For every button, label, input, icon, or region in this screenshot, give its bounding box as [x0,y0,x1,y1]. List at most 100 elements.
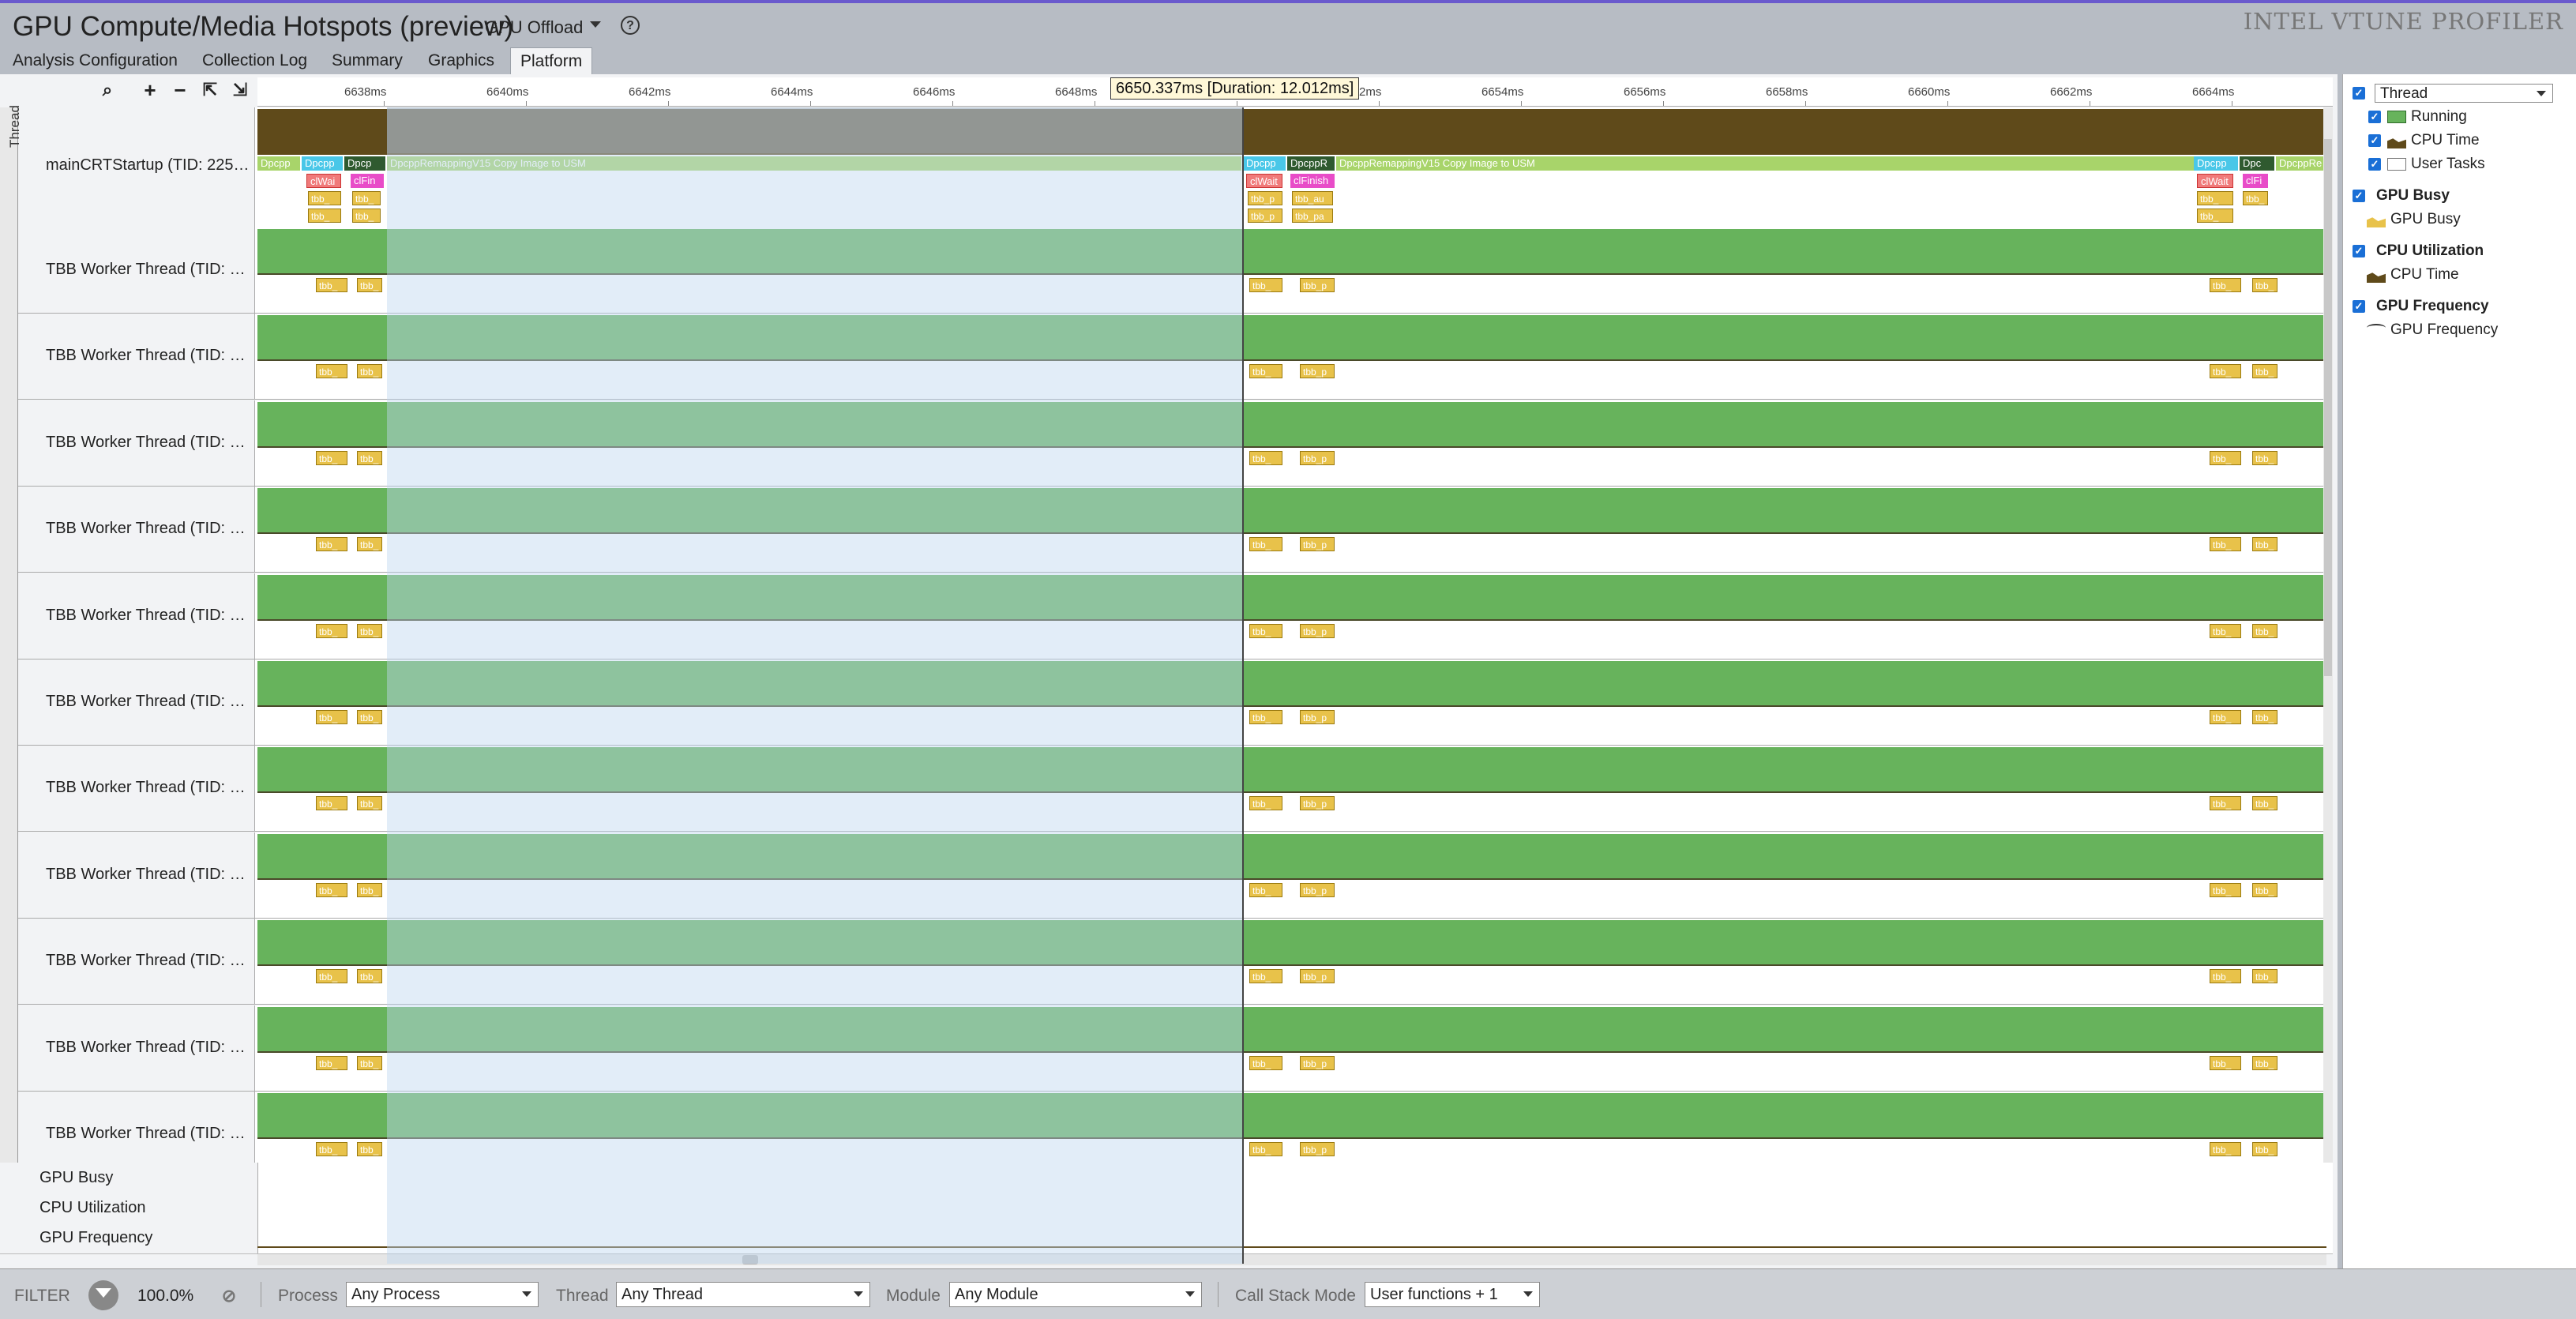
gpu-task-chip[interactable]: tbb_p [1300,1055,1335,1070]
gpu-task-chip[interactable]: tbb_ [2210,278,2241,292]
tab-platform[interactable]: Platform [510,47,593,75]
gpu-task-chip[interactable]: tbb_ [316,796,347,811]
running-checkbox[interactable]: ✓ [2368,111,2381,123]
thread-track[interactable]: tbb_ tbb_ tbb_ tbb_p tbb_ tbb_ [257,919,2326,1005]
gpu-task-chip[interactable]: tbb_ [2252,796,2277,811]
gpu-task-chip[interactable]: tbb_ [2252,450,2277,465]
thread-row[interactable]: TBB Worker Thread (TID: 21... tbb_ tbb_ tbb… [0,832,2333,919]
gpu-task-chip[interactable]: tbb_ [2252,1055,2277,1070]
gpu-task-chip[interactable]: tbb_ [1249,710,1282,724]
thread-label[interactable]: TBB Worker Thread (TID: 12... [17,227,255,313]
tab-graphics[interactable]: Graphics [419,47,504,74]
gpu-task-chip[interactable]: tbb_ [2210,1055,2241,1070]
gpu-task-chip[interactable]: tbb_ [2252,537,2277,552]
thread-track[interactable]: tbb_ tbb_ tbb_ tbb_p tbb_ tbb_ [257,487,2326,573]
thread-track[interactable]: tbb_ tbb_ tbb_ tbb_p tbb_ tbb_ [257,746,2326,832]
gpu-task-chip[interactable]: tbb_ [316,623,347,638]
module-select[interactable]: Any Module [949,1282,1202,1307]
filter-icon[interactable] [88,1280,118,1310]
gpu-task-chip[interactable]: tbb_ [357,1142,382,1156]
gpu-task-chip[interactable]: tbb_p [1248,191,1282,205]
user-task[interactable]: DpcppRemappingV15 Copy Image to USM [387,156,1241,171]
gpu-task-chip[interactable]: tbb_p [1300,450,1335,465]
user-task[interactable]: Dpcp [344,156,385,171]
thread-label[interactable]: TBB Worker Thread (TID: 22... [17,919,255,1005]
thread-track[interactable]: tbb_ tbb_ tbb_ tbb_p tbb_ tbb_ [257,314,2326,400]
user-task[interactable]: clFin [351,174,384,188]
gpu-task-chip[interactable]: tbb_ [357,278,382,292]
thread-label[interactable]: TBB Worker Thread (TID: 24... [17,400,255,486]
cpu-time-checkbox[interactable]: ✓ [2368,134,2381,147]
gpu-task-chip[interactable]: tbb_ [2252,623,2277,638]
gpu-task-chip[interactable]: tbb_ [1249,1055,1282,1070]
user-tasks-checkbox[interactable]: ✓ [2368,158,2381,171]
thread-select[interactable]: Any Thread [616,1282,870,1307]
user-task[interactable]: clWait [2197,174,2233,188]
gpu-task-chip[interactable]: tbb_ [1249,623,1282,638]
thread-row[interactable]: TBB Worker Thread (TID: 15... tbb_ tbb_ tbb… [0,314,2333,400]
thread-row-main[interactable]: mainCRTStartup (TID: 22596) Dpcpp Dpcpp … [0,107,2333,228]
user-task[interactable]: DpcppR [1287,156,1335,171]
user-task[interactable]: Dpcpp [1243,156,1286,171]
scroll-thumb[interactable] [742,1255,758,1265]
gpu-task-chip[interactable]: tbb_ [2210,796,2241,811]
user-task[interactable]: clWai [306,174,341,188]
thread-row[interactable]: TBB Worker Thread (TID: 22... tbb_ tbb_ tbb… [0,919,2333,1005]
gpu-task-chip[interactable]: tbb_ [1249,1142,1282,1156]
gpu-task-chip[interactable]: tbb_ [2252,969,2277,984]
gpu-task-chip[interactable]: tbb_p [1300,278,1335,292]
gpu-task-chip[interactable]: tbb_ [2252,364,2277,379]
gpu-task-chip[interactable]: tbb_ [2210,364,2241,379]
thread-row[interactable]: TBB Worker Thread (TID: 25... tbb_ tbb_ tbb… [0,660,2333,746]
gpu-task-chip[interactable]: tbb_ [2210,450,2241,465]
chevron-down-icon[interactable] [590,21,601,28]
thread-row[interactable]: TBB Worker Thread (TID: 91... tbb_ tbb_ tbb… [0,1005,2333,1092]
user-task[interactable]: Dpcpp [2194,156,2238,171]
gpu-task-chip[interactable]: tbb_ [357,623,382,638]
viewpoint-selector[interactable]: GPU Offload [485,17,583,38]
gpu-task-chip[interactable]: tbb_p [1300,969,1335,984]
gpu-task-chip[interactable]: tbb_ [352,209,381,223]
gpu-task-chip[interactable]: tbb_ [316,1055,347,1070]
gpu-task-chip[interactable]: tbb_p [1300,364,1335,379]
thread-label[interactable]: TBB Worker Thread (TID: 91... [17,1005,255,1091]
gpu-task-chip[interactable]: tbb_p [1300,882,1335,897]
gpu-task-chip[interactable]: tbb_ [316,1142,347,1156]
gpu-task-chip[interactable]: tbb_p [1248,209,1282,223]
gpu-task-chip[interactable]: tbb_ [316,364,347,379]
thread-label[interactable]: mainCRTStartup (TID: 22596) [17,107,255,227]
gpu-task-chip[interactable]: tbb_ [352,191,381,205]
scroll-thumb[interactable] [2324,139,2332,676]
tab-summary[interactable]: Summary [322,47,412,74]
gpu-task-chip[interactable]: tbb_ [1249,278,1282,292]
horizontal-scrollbar[interactable] [257,1254,2326,1265]
metric-row-gpu-frequency[interactable]: GPU Frequency [0,1223,2333,1254]
gpu-task-chip[interactable]: tbb_ [2252,278,2277,292]
gpu-task-chip[interactable]: tbb_ [357,969,382,984]
gpu-task-chip[interactable]: tbb_ [1249,364,1282,379]
legend-checkbox[interactable]: ✓ [2353,87,2365,100]
metric-row-cpu-utilization[interactable]: CPU Utilization [0,1193,2333,1223]
gpu-task-chip[interactable]: tbb_p [1300,1142,1335,1156]
gpu-task-chip[interactable]: tbb_ [2197,191,2233,205]
gpu-task-chip[interactable]: tbb_ [316,969,347,984]
thread-label[interactable]: TBB Worker Thread (TID: 14... [17,573,255,659]
gpu-task-chip[interactable]: tbb_ [308,209,341,223]
thread-row[interactable]: TBB Worker Thread (TID: 19... tbb_ tbb_ tbb… [0,746,2333,832]
gpu-task-chip[interactable]: tbb_ [316,882,347,897]
gpu-frequency-checkbox[interactable]: ✓ [2353,300,2365,313]
zoom-reset-icon[interactable]: ⇲ [229,79,251,101]
gpu-task-chip[interactable]: tbb_ [316,710,347,724]
gpu-task-chip[interactable]: tbb_ [2252,710,2277,724]
thread-label[interactable]: TBB Worker Thread (TID: 25... [17,660,255,745]
thread-track[interactable]: tbb_ tbb_ tbb_ tbb_p tbb_ tbb_ [257,400,2326,486]
thread-track[interactable]: tbb_ tbb_ tbb_ tbb_p tbb_ tbb_ [257,573,2326,659]
user-task[interactable]: Dpc [2240,156,2274,171]
vertical-scrollbar[interactable] [2323,107,2333,1163]
gpu-task-chip[interactable]: tbb_ [2210,969,2241,984]
thread-row[interactable]: TBB Worker Thread (TID: 12... tbb_ tbb_ tbb… [0,227,2333,314]
gpu-task-chip[interactable]: tbb_ [357,537,382,552]
thread-label[interactable]: TBB Worker Thread (TID: 19... [17,487,255,573]
help-icon[interactable]: ? [621,16,640,35]
gpu-task-chip[interactable]: tbb_p [1300,537,1335,552]
